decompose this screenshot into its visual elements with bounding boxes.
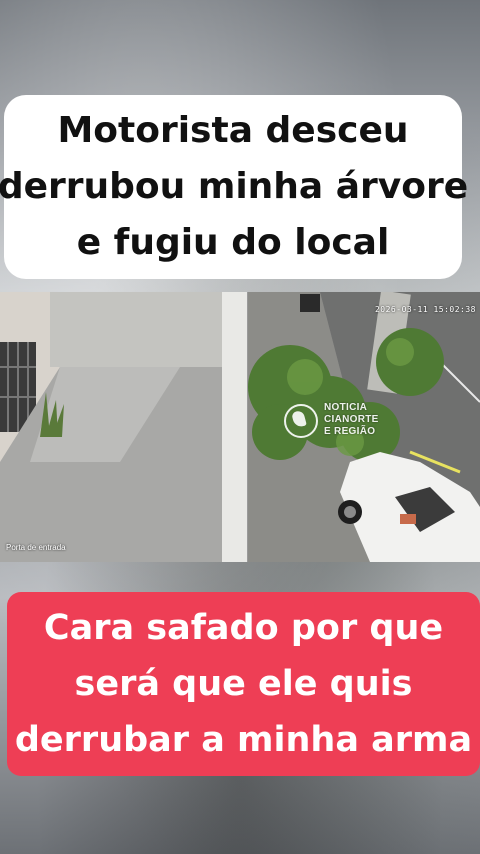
security-camera-video[interactable]: 2026-03-11 15:02:38 Porta de entrada NOT… (0, 292, 480, 562)
back-wall (50, 292, 230, 367)
watermark-line-2: CIANORTE (324, 414, 379, 425)
bottom-caption-line-3: derrubar a minha arma (14, 720, 473, 760)
watermark-line-1: NOTICIA (324, 402, 368, 413)
bottom-caption-line-2: será que ele quis (74, 664, 413, 704)
top-caption-line-2: derrubou minha árvore (0, 166, 469, 207)
bottom-caption-line-1: Cara safado por que (43, 608, 444, 648)
watermark-text: NOTICIA CIANORTE E REGIÃO (324, 402, 379, 438)
top-caption-box: Motorista desceu derrubou minha árvore e… (0, 95, 468, 279)
globe-map-icon (284, 404, 318, 438)
top-caption-line-1: Motorista desceu (57, 110, 409, 151)
camera-label: Porta de entrada (6, 543, 66, 552)
bottom-caption-box: Cara safado por que será que ele quis de… (7, 592, 480, 776)
top-caption-line-3: e fugiu do local (76, 222, 390, 263)
camera-timestamp: 2026-03-11 15:02:38 (374, 305, 476, 314)
news-watermark: NOTICIA CIANORTE E REGIÃO (284, 400, 404, 454)
gate-fence (222, 292, 248, 562)
camera-scene (0, 292, 480, 562)
watermark-line-3: E REGIÃO (324, 426, 376, 437)
